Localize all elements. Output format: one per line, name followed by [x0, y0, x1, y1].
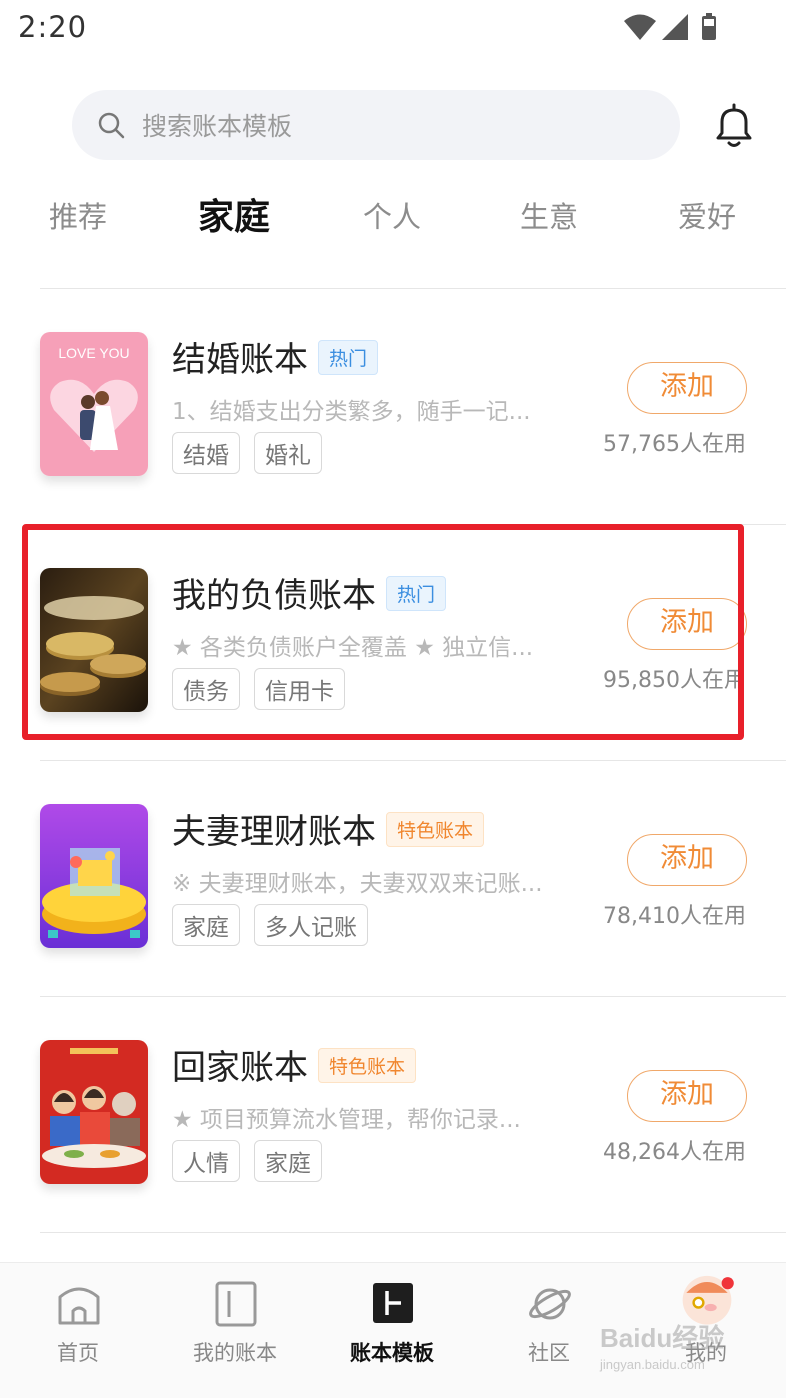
wifi-icon: [624, 14, 656, 40]
home-icon: [58, 1287, 100, 1325]
card-title: 结婚账本 热门: [172, 332, 379, 381]
divider: [40, 1232, 786, 1233]
tag[interactable]: 结婚: [172, 432, 240, 474]
card-description: ※ 夫妻理财账本，夫妻双双来记账...: [172, 871, 543, 897]
template-card-couple[interactable]: 夫妻理财账本 特色账本 ※ 夫妻理财账本，夫妻双双来记账... 家庭 多人记账 添加…: [0, 760, 786, 996]
template-card-wedding[interactable]: LOVE YOU 结婚账本 热门 1、结婚支出分类繁多，随手一记... 结婚 婚礼 …: [0, 288, 786, 524]
card-tags: 人情 家庭: [172, 1140, 336, 1182]
status-icons: [624, 13, 716, 40]
tag[interactable]: 婚礼: [254, 432, 322, 474]
nav-home-label: 首页: [57, 1341, 99, 1365]
tag[interactable]: 家庭: [254, 1140, 322, 1182]
family-dinner-thumbnail: [40, 1040, 148, 1184]
card-tags: 家庭 多人记账: [172, 904, 382, 946]
red-highlight-box: [22, 524, 744, 740]
hot-badge: 热门: [318, 340, 379, 375]
status-time: 2:20: [18, 10, 88, 44]
featured-badge: 特色账本: [386, 812, 485, 847]
planet-icon: [529, 1288, 571, 1320]
wedding-thumbnail: LOVE YOU: [40, 332, 148, 476]
tag[interactable]: 多人记账: [254, 904, 368, 946]
card-title: 回家账本 特色账本: [172, 1040, 417, 1089]
status-bar: 2:20: [0, 0, 786, 56]
tab-business[interactable]: 生意: [520, 194, 578, 236]
user-count: 57,765人在用: [603, 432, 746, 457]
add-button[interactable]: 添加: [627, 834, 747, 886]
tab-personal[interactable]: 个人: [363, 194, 421, 236]
category-tabs: 推荐 家庭 个人 生意 爱好: [0, 188, 786, 248]
nav-my-books-label: 我的账本: [193, 1341, 277, 1365]
signal-icon: [662, 14, 688, 40]
baidu-watermark: Baidu经验 jingyan.baidu.com: [600, 1323, 725, 1372]
tag[interactable]: 家庭: [172, 904, 240, 946]
nav-templates[interactable]: 账本模板: [317, 1263, 467, 1398]
featured-badge: 特色账本: [318, 1048, 417, 1083]
user-count: 48,264人在用: [603, 1140, 746, 1165]
treasure-thumbnail: [40, 804, 148, 948]
add-button[interactable]: 添加: [627, 1070, 747, 1122]
nav-my-books[interactable]: 我的账本: [160, 1263, 310, 1398]
template-card-home[interactable]: 回家账本 特色账本 ★ 项目预算流水管理，帮你记录... 人情 家庭 添加 48,2…: [0, 996, 786, 1232]
card-description: ★ 项目预算流水管理，帮你记录...: [172, 1107, 521, 1133]
card-tags: 结婚 婚礼: [172, 432, 336, 474]
card-description: 1、结婚支出分类繁多，随手一记...: [172, 399, 531, 425]
template-icon: [373, 1283, 413, 1323]
nav-templates-label: 账本模板: [350, 1341, 434, 1365]
tab-family-label: 家庭: [198, 197, 271, 238]
bell-icon[interactable]: [708, 100, 760, 152]
search-icon: [98, 112, 125, 139]
love-you-text: LOVE YOU: [58, 345, 129, 361]
add-button[interactable]: 添加: [627, 362, 747, 414]
search-bar[interactable]: 搜索账本模板: [72, 90, 680, 160]
user-count: 78,410人在用: [603, 904, 746, 929]
book-icon: [215, 1281, 257, 1327]
nav-home[interactable]: 首页: [3, 1263, 153, 1398]
card-title: 夫妻理财账本 特色账本: [172, 804, 485, 853]
tab-recommend[interactable]: 推荐: [49, 194, 107, 236]
tab-hobby[interactable]: 爱好: [678, 194, 736, 236]
search-placeholder: 搜索账本模板: [142, 112, 293, 141]
tag[interactable]: 人情: [172, 1140, 240, 1182]
tab-family[interactable]: 家庭: [198, 188, 271, 240]
